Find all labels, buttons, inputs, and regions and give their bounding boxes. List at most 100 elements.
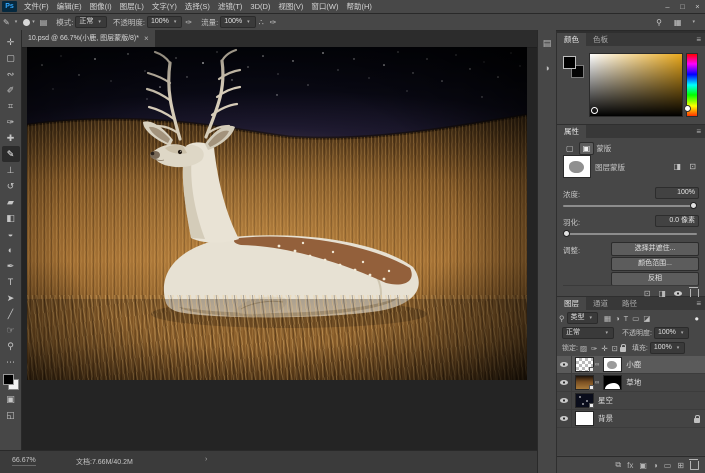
layer-style-fx-icon[interactable]: fx: [627, 461, 633, 470]
menu-layer[interactable]: 图层(L): [116, 0, 148, 13]
brush-tool[interactable]: ✎: [2, 146, 20, 162]
crop-tool[interactable]: ⌗: [2, 98, 20, 114]
eye-icon[interactable]: [560, 416, 568, 421]
layer-row-background[interactable]: 背景: [557, 410, 705, 428]
filter-smart-object-icon[interactable]: ◪: [641, 314, 652, 323]
apply-mask-icon[interactable]: ◨: [671, 161, 685, 172]
filter-shape-icon[interactable]: ▭: [630, 314, 641, 323]
layer-name[interactable]: 星空: [598, 395, 613, 406]
adjustments-panel-icon[interactable]: ◑: [544, 63, 549, 73]
menu-view[interactable]: 视图(V): [274, 0, 307, 13]
fill-field[interactable]: 100% ▾: [650, 342, 685, 354]
add-mask-icon[interactable]: ▣: [639, 461, 647, 470]
layer-name[interactable]: 背景: [598, 413, 613, 424]
menu-filter[interactable]: 滤镜(T): [214, 0, 247, 13]
edit-toolbar-icon[interactable]: ⋯: [2, 354, 20, 370]
menu-help[interactable]: 帮助(H): [343, 0, 376, 13]
minimize-button[interactable]: –: [660, 0, 675, 13]
visibility-cell[interactable]: [557, 356, 572, 373]
lock-artboard-icon[interactable]: ⊡: [610, 344, 620, 353]
close-icon[interactable]: ×: [144, 30, 149, 47]
layer-mask-thumbnail[interactable]: [603, 375, 622, 390]
clone-stamp-tool[interactable]: ⊥: [2, 162, 20, 178]
menu-select[interactable]: 选择(S): [181, 0, 214, 13]
pressure-size-icon[interactable]: ✑: [267, 18, 280, 27]
quick-mask-button[interactable]: ▣: [2, 391, 20, 407]
tab-channels[interactable]: 通道: [586, 297, 615, 310]
marquee-tool[interactable]: ▢: [2, 50, 20, 66]
saturation-brightness-field[interactable]: [589, 53, 683, 117]
tool-preset-icon[interactable]: ✎: [0, 18, 13, 27]
panel-menu-icon[interactable]: ≡: [696, 125, 705, 138]
move-tool[interactable]: ✛: [2, 34, 20, 50]
panel-menu-icon[interactable]: ≡: [696, 33, 705, 46]
feather-value[interactable]: 0.0 像素: [655, 215, 699, 227]
menu-image[interactable]: 图像(I): [86, 0, 116, 13]
select-and-mask-button[interactable]: 选择并遮住...: [611, 242, 699, 256]
background-lock-icon[interactable]: [694, 418, 700, 423]
new-layer-icon[interactable]: ⊞: [677, 461, 684, 470]
filter-type-select[interactable]: 类型 ▾: [567, 312, 599, 324]
density-slider-knob[interactable]: [690, 202, 697, 209]
screen-mode-button[interactable]: ◱: [2, 407, 20, 423]
eyedropper-tool[interactable]: ✑: [2, 114, 20, 130]
healing-brush-tool[interactable]: ✚: [2, 130, 20, 146]
layer-mask-icon[interactable]: ▣: [579, 142, 595, 155]
layer-mask-thumbnail[interactable]: [603, 357, 622, 372]
canvas[interactable]: [27, 47, 527, 380]
tab-color[interactable]: 颜色: [557, 33, 586, 46]
quick-selection-tool[interactable]: ✐: [2, 82, 20, 98]
gradient-tool[interactable]: ◧: [2, 210, 20, 226]
document-tab[interactable]: 10.psd @ 66.7%(小鹿, 图层蒙版/8)* ×: [22, 30, 155, 47]
eraser-tool[interactable]: ▰: [2, 194, 20, 210]
adjustment-layer-icon[interactable]: ◑: [653, 461, 658, 470]
density-slider[interactable]: [563, 205, 697, 207]
eye-icon[interactable]: [560, 362, 568, 367]
layer-thumbnail[interactable]: [575, 411, 594, 426]
filter-type-icon[interactable]: T: [622, 314, 631, 323]
layer-thumbnail[interactable]: [575, 357, 594, 372]
hue-slider-marker[interactable]: [684, 105, 691, 112]
menu-type[interactable]: 文字(Y): [148, 0, 181, 13]
layer-thumbnail[interactable]: [575, 393, 594, 408]
lock-position-icon[interactable]: ✛: [599, 344, 609, 353]
foreground-background-swatch[interactable]: [2, 373, 20, 391]
layer-row-grass[interactable]: ∞ 草地: [557, 374, 705, 392]
eye-icon[interactable]: [560, 398, 568, 403]
lasso-tool[interactable]: ∾: [2, 66, 20, 82]
foreground-color-swatch[interactable]: [563, 56, 576, 69]
tab-layers[interactable]: 图层: [557, 297, 586, 310]
chevron-down-icon[interactable]: ▾: [13, 19, 20, 25]
chevron-down-icon[interactable]: ▾: [690, 19, 697, 25]
layer-name[interactable]: 草地: [626, 377, 641, 388]
shape-tool[interactable]: ╱: [2, 306, 20, 322]
tab-paths[interactable]: 路径: [615, 297, 644, 310]
layer-row-sky[interactable]: 星空: [557, 392, 705, 410]
panel-menu-icon[interactable]: ≡: [696, 297, 705, 310]
lock-transparency-icon[interactable]: ▨: [578, 344, 589, 353]
color-fg-bg-widget[interactable]: [562, 55, 586, 81]
color-range-button[interactable]: 颜色范围...: [611, 257, 699, 271]
layer-blend-mode-select[interactable]: 正常 ▾: [562, 327, 614, 339]
blur-tool[interactable]: ◒: [2, 226, 20, 242]
dodge-tool[interactable]: ◐: [2, 242, 20, 258]
lock-all-icon[interactable]: [620, 347, 626, 352]
zoom-tool[interactable]: ⚲: [2, 338, 20, 354]
visibility-cell[interactable]: [557, 410, 572, 427]
search-icon[interactable]: ⚲: [653, 18, 665, 27]
menu-edit[interactable]: 编辑(E): [53, 0, 86, 13]
layer-opacity-field[interactable]: 100% ▾: [654, 327, 689, 339]
invert-button[interactable]: 反相: [611, 272, 699, 286]
airbrush-icon[interactable]: ∴: [256, 18, 267, 27]
filter-toggle-icon[interactable]: ●: [692, 314, 701, 323]
filter-image-icon[interactable]: ▦: [602, 314, 613, 323]
workspace-icon[interactable]: ▦: [671, 18, 685, 27]
load-selection-icon[interactable]: ⊡: [686, 161, 699, 172]
new-group-icon[interactable]: ▭: [664, 461, 672, 470]
hand-tool[interactable]: ☞: [2, 322, 20, 338]
delete-layer-trash-icon[interactable]: [690, 461, 699, 470]
menu-file[interactable]: 文件(F): [20, 0, 53, 13]
flow-field[interactable]: 100% ▾: [220, 16, 255, 28]
eye-icon[interactable]: [560, 380, 568, 385]
feather-slider[interactable]: [563, 233, 697, 235]
